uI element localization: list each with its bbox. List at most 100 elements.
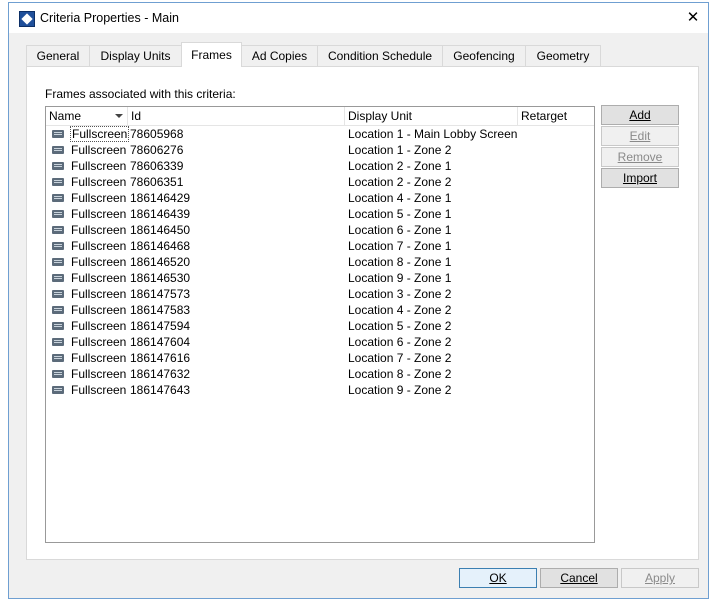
frame-icon [52,290,64,298]
table-row[interactable]: Fullscreen 186147573 Location 3 - Zone 2 [46,286,594,302]
frame-icon [52,146,64,154]
edit-button-label: Edit [629,129,651,143]
frame-id-cell: 78605968 [130,127,184,141]
frame-icon [52,162,64,170]
frame-id-cell: 78606339 [130,159,184,173]
table-row[interactable]: Fullscreen 186146530 Location 9 - Zone 1 [46,270,594,286]
frame-display-unit-cell: Location 8 - Zone 1 [348,255,452,269]
frame-id-cell: 186146520 [130,255,191,269]
frame-id-cell: 186146450 [130,223,191,237]
frame-id-cell: 186147643 [130,383,191,397]
table-row[interactable]: Fullscreen 186147616 Location 7 - Zone 2 [46,350,594,366]
frame-display-unit-cell: Location 3 - Zone 2 [348,287,452,301]
frame-icon [52,274,64,282]
frame-display-unit-cell: Location 9 - Zone 1 [348,271,452,285]
frame-id-cell: 186147594 [130,319,191,333]
frame-display-unit-cell: Location 6 - Zone 2 [348,335,452,349]
cancel-button[interactable]: Cancel [540,568,618,588]
frame-name-cell: Fullscreen [71,303,127,317]
frame-name-cell: Fullscreen [71,319,127,333]
table-row[interactable]: Fullscreen 186146439 Location 5 - Zone 1 [46,206,594,222]
frame-display-unit-cell: Location 9 - Zone 2 [348,383,452,397]
column-header-id[interactable]: Id [128,107,345,125]
frames-list[interactable]: Name Id Display Unit Retarget Fullscreen… [45,106,595,543]
column-header-name[interactable]: Name [46,107,128,125]
tab-condition-schedule[interactable]: Condition Schedule [317,45,443,66]
tab-geofencing[interactable]: Geofencing [442,45,526,66]
frame-display-unit-cell: Location 7 - Zone 2 [348,351,452,365]
table-row[interactable]: Fullscreen 186147604 Location 6 - Zone 2 [46,334,594,350]
edit-button[interactable]: Edit [601,126,679,146]
frame-name-cell: Fullscreen [71,383,127,397]
frame-display-unit-cell: Location 8 - Zone 2 [348,367,452,381]
frame-id-cell: 78606351 [130,175,184,189]
frame-icon [52,258,64,266]
tab-geometry[interactable]: Geometry [525,45,601,66]
frame-display-unit-cell: Location 7 - Zone 1 [348,239,452,253]
frame-name-cell: Fullscreen [71,223,127,237]
import-button[interactable]: Import [601,168,679,188]
frame-name-cell: Fullscreen [71,271,127,285]
frame-name-cell: Fullscreen [71,191,127,205]
cancel-button-label: Cancel [560,571,598,585]
frame-id-cell: 186147604 [130,335,191,349]
frame-name-cell: Fullscreen [71,143,127,157]
frame-icon [52,194,64,202]
frame-name-cell: Fullscreen [71,159,127,173]
frame-display-unit-cell: Location 1 - Zone 2 [348,143,452,157]
criteria-properties-window: Criteria Properties - Main ✕ General Dis… [8,2,709,599]
frames-rows: Fullscreen 78605968 Location 1 - Main Lobb… [46,126,594,398]
app-icon [19,11,35,27]
table-row[interactable]: Fullscreen 186147632 Location 8 - Zone 2 [46,366,594,382]
table-row[interactable]: Fullscreen 186146520 Location 8 - Zone 1 [46,254,594,270]
frame-icon [52,370,64,378]
column-header-display-unit[interactable]: Display Unit [345,107,518,125]
tab-general[interactable]: General [26,45,90,66]
frame-display-unit-cell: Location 2 - Zone 1 [348,159,452,173]
frame-icon [52,322,64,330]
window-title: Criteria Properties - Main [40,11,179,25]
frame-display-unit-cell: Location 4 - Zone 1 [348,191,452,205]
title-bar[interactable]: Criteria Properties - Main ✕ [9,3,708,33]
table-row[interactable]: Fullscreen 186147643 Location 9 - Zone 2 [46,382,594,398]
table-row[interactable]: Fullscreen 78606339 Location 2 - Zone 1 [46,158,594,174]
table-row[interactable]: Fullscreen 78606351 Location 2 - Zone 2 [46,174,594,190]
frame-display-unit-cell: Location 4 - Zone 2 [348,303,452,317]
table-row[interactable]: Fullscreen 186146468 Location 7 - Zone 1 [46,238,594,254]
frame-display-unit-cell: Location 6 - Zone 1 [348,223,452,237]
frame-name-cell: Fullscreen [71,175,127,189]
frame-id-cell: 186147616 [130,351,191,365]
frame-name-cell: Fullscreen [71,207,127,221]
close-button[interactable]: ✕ [678,3,708,33]
table-row[interactable]: Fullscreen 186146450 Location 6 - Zone 1 [46,222,594,238]
frame-icon [52,178,64,186]
tab-frames[interactable]: Frames [181,42,242,67]
import-button-label: Import [622,171,657,185]
frame-id-cell: 186147632 [130,367,191,381]
list-header: Name Id Display Unit Retarget [46,107,594,126]
tab-display-units[interactable]: Display Units [89,45,182,66]
ok-button[interactable]: OK [459,568,537,588]
remove-button[interactable]: Remove [601,147,679,167]
frame-name-cell: Fullscreen [71,367,127,381]
remove-button-label: Remove [617,150,663,164]
frame-name-cell: Fullscreen [70,126,130,142]
ok-button-label: OK [489,571,507,585]
table-row[interactable]: Fullscreen 186147594 Location 5 - Zone 2 [46,318,594,334]
table-row[interactable]: Fullscreen 186146429 Location 4 - Zone 1 [46,190,594,206]
table-row[interactable]: Fullscreen 186147583 Location 4 - Zone 2 [46,302,594,318]
add-button[interactable]: Add [601,105,679,125]
apply-button[interactable]: Apply [621,568,699,588]
frame-name-cell: Fullscreen [71,239,127,253]
add-button-label: Add [629,108,651,122]
frame-display-unit-cell: Location 5 - Zone 2 [348,319,452,333]
frame-icon [52,338,64,346]
table-row[interactable]: Fullscreen 78606276 Location 1 - Zone 2 [46,142,594,158]
column-header-retarget[interactable]: Retarget [518,107,594,125]
frame-id-cell: 186147573 [130,287,191,301]
tab-ad-copies[interactable]: Ad Copies [241,45,318,66]
frame-id-cell: 186147583 [130,303,191,317]
table-row[interactable]: Fullscreen 78605968 Location 1 - Main Lobb… [46,126,594,142]
frame-icon [52,242,64,250]
frame-icon [52,354,64,362]
